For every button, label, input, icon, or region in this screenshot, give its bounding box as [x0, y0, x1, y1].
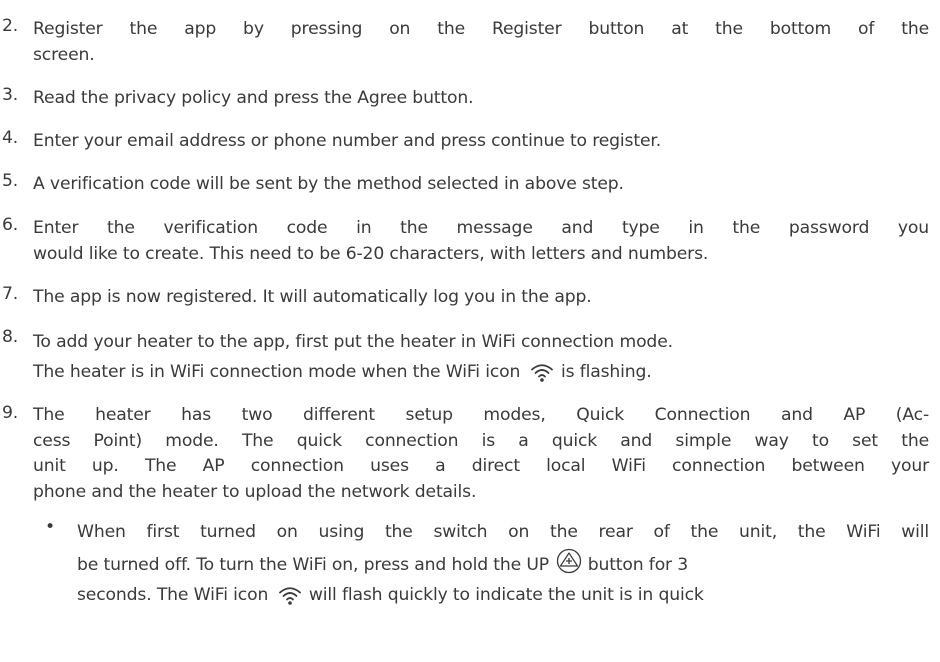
step-text-line: would like to create. This need to be 6-…	[33, 244, 709, 264]
wifi-icon	[278, 587, 301, 605]
step-number: 2.	[2, 16, 19, 36]
step-number: 7.	[2, 284, 19, 304]
step-text-line: A verification code will be sent by the …	[33, 174, 624, 194]
step-text-line: unit up. The AP connection uses a direct…	[33, 456, 929, 476]
step-text-line: Read the privacy policy and press the Ag…	[33, 88, 474, 108]
step-text-line: The heater has two different setup modes…	[33, 405, 929, 425]
step-text-line: screen.	[33, 45, 95, 65]
step-text-line: Enter the verification code in the messa…	[33, 218, 929, 238]
wifi-icon	[530, 364, 553, 382]
step-number: 5.	[2, 171, 19, 191]
bullet-text-segment: be turned off. To turn the WiFi on, pres…	[77, 554, 550, 575]
step-text-line: Enter your email address or phone number…	[33, 131, 662, 151]
step-number: 9.	[2, 403, 19, 423]
step-number: 6.	[2, 215, 19, 235]
instructions-page: 2. Register the app by pressing on the R…	[0, 0, 940, 662]
step-number: 4.	[2, 128, 19, 148]
bullet-text-segment: will flash quickly to indicate the unit …	[308, 585, 704, 605]
step-text-line: phone and the heater to upload the netwo…	[33, 481, 477, 502]
step-text-segment: The heater is in WiFi connection mode wh…	[33, 362, 521, 382]
bullet-symbol: •	[45, 517, 55, 537]
step-text-segment: is flashing.	[560, 362, 652, 382]
step-number: 8.	[2, 327, 19, 347]
bullet-text-line: When first turned on using the switch on…	[77, 522, 929, 542]
step-number: 3.	[2, 85, 19, 105]
bullet-text-segment: seconds. The WiFi icon	[77, 585, 269, 605]
step-text-line: To add your heater to the app, first put…	[33, 332, 673, 352]
step-text-line: The app is now registered. It will autom…	[33, 287, 592, 307]
step-text-line: Register the app by pressing on the Regi…	[33, 19, 929, 39]
up-button-icon	[557, 548, 582, 573]
bullet-text-segment: button for 3	[587, 554, 689, 575]
step-text-line: cess Point) mode. The quick connection i…	[33, 430, 929, 451]
